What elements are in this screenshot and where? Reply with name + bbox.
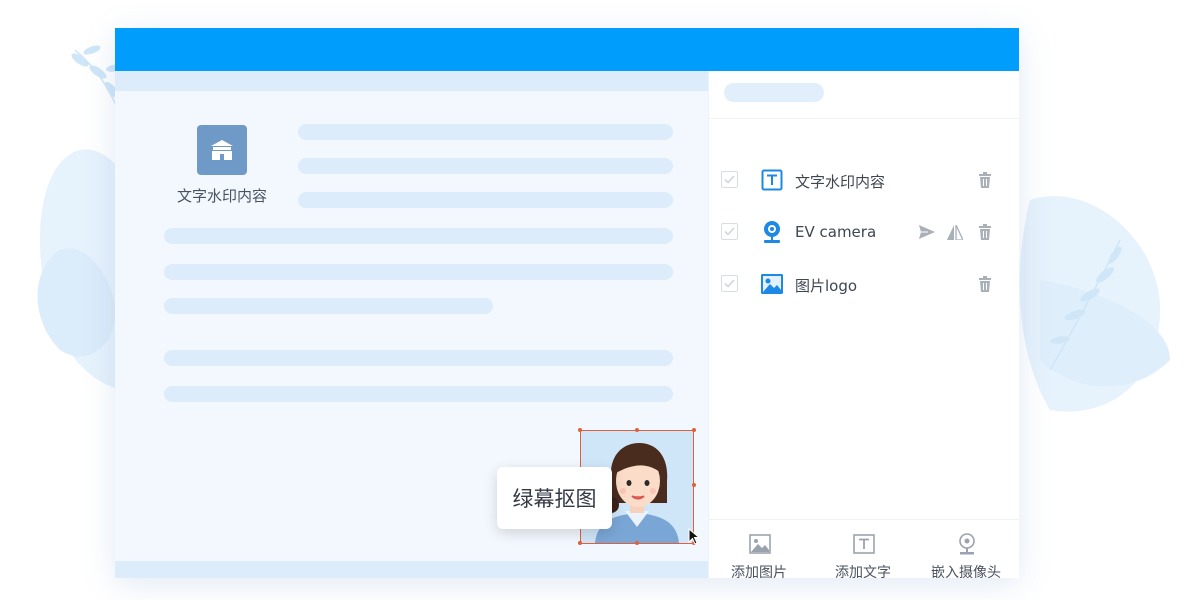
resize-handle[interactable]	[578, 541, 582, 545]
trash-icon[interactable]	[975, 222, 995, 242]
trash-icon[interactable]	[975, 274, 995, 294]
layer-checkbox[interactable]	[721, 171, 738, 188]
add-text-button[interactable]: 添加文字	[813, 533, 913, 573]
placeholder-line	[164, 386, 673, 402]
check-icon	[724, 279, 735, 288]
trash-icon[interactable]	[975, 170, 995, 190]
embed-camera-label: 嵌入摄像头	[916, 562, 1016, 578]
resize-handle[interactable]	[635, 541, 639, 545]
send-icon[interactable]	[917, 222, 937, 242]
embed-camera-button[interactable]: 嵌入摄像头	[916, 533, 1016, 573]
add-image-button[interactable]: 添加图片	[709, 533, 809, 573]
panel-header-pill	[724, 83, 824, 102]
app-window: 文字水印内容 绿幕抠图	[115, 28, 1019, 578]
layer-label: 图片logo	[795, 275, 857, 296]
webcam-icon	[759, 219, 785, 245]
webcam-icon	[955, 533, 979, 555]
layers-panel: 文字水印内容 EV camera	[708, 71, 1019, 578]
canvas-top-strip	[115, 71, 708, 91]
layer-item-image[interactable]: 图片logo	[709, 269, 1019, 299]
placeholder-line	[164, 228, 673, 244]
check-icon	[724, 175, 735, 184]
green-screen-matting-label[interactable]: 绿幕抠图	[497, 467, 612, 529]
divider	[709, 118, 1019, 119]
resize-handle[interactable]	[635, 428, 639, 432]
placeholder-line	[164, 350, 673, 366]
add-text-label: 添加文字	[813, 562, 913, 578]
canvas-bottom-strip	[115, 561, 708, 578]
resize-handle[interactable]	[692, 483, 696, 487]
placeholder-line	[164, 298, 493, 314]
placeholder-line	[164, 264, 673, 280]
placeholder-line	[298, 192, 673, 208]
layer-checkbox[interactable]	[721, 223, 738, 240]
image-icon	[759, 271, 785, 297]
divider	[709, 519, 1019, 520]
text-icon	[852, 533, 876, 555]
add-image-label: 添加图片	[709, 562, 809, 578]
canvas-watermark-text[interactable]: 文字水印内容	[167, 185, 277, 206]
text-icon	[759, 167, 785, 193]
mouse-cursor-icon	[688, 528, 702, 546]
flip-icon[interactable]	[945, 222, 965, 242]
canvas-logo-tile[interactable]	[197, 125, 247, 175]
leaf-decoration-right	[1010, 180, 1190, 440]
layer-checkbox[interactable]	[721, 275, 738, 292]
image-icon	[748, 533, 772, 555]
resize-handle[interactable]	[578, 428, 582, 432]
layer-item-camera[interactable]: EV camera	[709, 217, 1019, 247]
placeholder-line	[298, 124, 673, 140]
resize-handle[interactable]	[692, 428, 696, 432]
building-icon	[209, 138, 235, 162]
layer-label: 文字水印内容	[795, 171, 885, 192]
title-bar[interactable]	[115, 28, 1019, 71]
placeholder-line	[298, 158, 673, 174]
layer-label: EV camera	[795, 223, 876, 241]
check-icon	[724, 227, 735, 236]
layer-item-text[interactable]: 文字水印内容	[709, 165, 1019, 195]
